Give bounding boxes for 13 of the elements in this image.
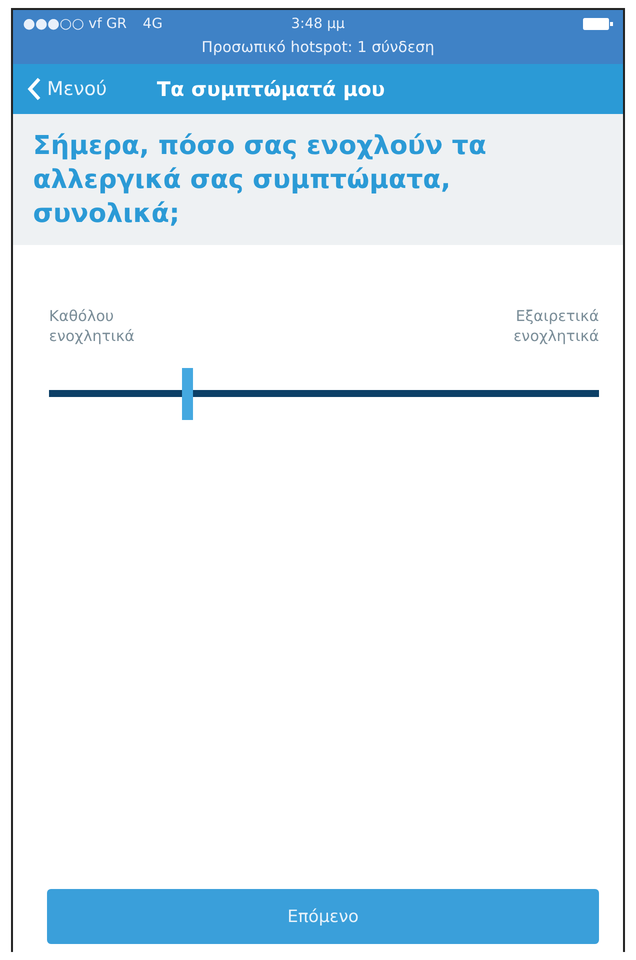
max-label: Εξαιρετικά ενοχλητικά — [512, 307, 599, 346]
next-button[interactable]: Επόμενο — [47, 889, 599, 944]
chevron-left-icon — [27, 77, 41, 101]
carrier-text: ●●●○○ vf GR — [23, 16, 127, 32]
network-text: 4G — [142, 16, 163, 32]
back-button[interactable]: Μενού — [27, 77, 107, 101]
hotspot-text: Προσωπικό hotspot: 1 σύνδεση — [202, 38, 434, 56]
slider-thumb[interactable] — [182, 368, 192, 420]
battery-icon — [583, 18, 613, 30]
clock-text: 3:48 μμ — [291, 16, 345, 32]
question-text: Σήμερα, πόσο σας ενοχλούν τα αλλεργικά σας συμπτώματα, συνολικά; — [33, 130, 488, 231]
screen-title: Τα συμπτώματά μου — [156, 77, 385, 101]
min-label: Καθόλου ενοχλητικά — [49, 307, 136, 346]
